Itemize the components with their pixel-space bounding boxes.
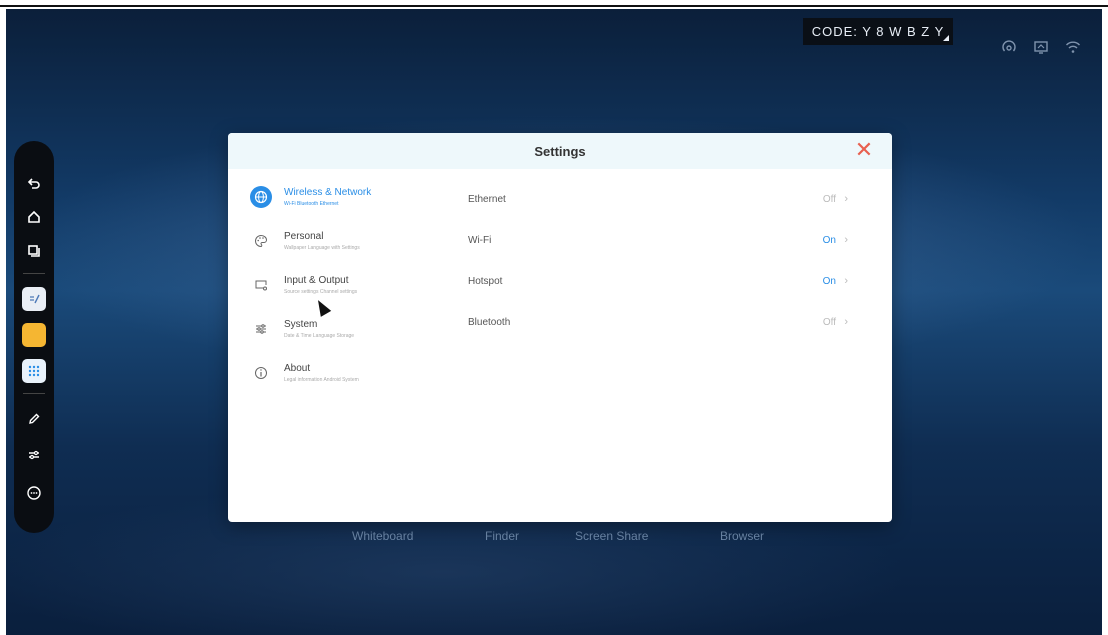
chevron-right-icon: › (844, 316, 848, 328)
sliders-icon (250, 318, 272, 340)
globe-icon (250, 186, 272, 208)
info-icon (250, 362, 272, 384)
chevron-right-icon: › (844, 234, 848, 246)
row-hotspot[interactable]: Hotspot On › (468, 270, 868, 311)
side-toolbar (14, 141, 54, 533)
windows-icon[interactable] (22, 239, 46, 263)
device-code-badge[interactable]: CODE: Y 8 W B Z Y (803, 18, 953, 45)
nav-item-about[interactable]: About Legal information Android System (248, 357, 448, 401)
row-value: Off (822, 317, 836, 328)
nav-item-label: System (284, 319, 318, 330)
nav-item-subtitle: Legal information Android System (284, 377, 359, 383)
dialog-title: Settings (534, 143, 586, 159)
nav-item-system[interactable]: System Date & Time Language Storage (248, 313, 448, 357)
settings-nav: Wireless & Network Wi-Fi Bluetooth Ether… (248, 181, 448, 401)
back-icon[interactable] (22, 171, 46, 195)
hotspot-icon[interactable] (1001, 39, 1017, 55)
settings-dialog: Settings ✕ Wireless & Network Wi-Fi Blue… (228, 133, 892, 522)
nav-item-subtitle: Wi-Fi Bluetooth Ethernet (284, 201, 339, 207)
device-code-text: CODE: Y 8 W B Z Y (811, 24, 945, 39)
row-value: Off (822, 194, 836, 205)
nav-item-label: Wireless & Network (284, 187, 372, 198)
note-icon[interactable] (22, 287, 46, 311)
sticky-icon[interactable] (22, 323, 46, 347)
pen-icon[interactable] (22, 407, 46, 431)
row-bluetooth[interactable]: Bluetooth Off › (468, 311, 868, 352)
toolbar-divider (23, 393, 45, 394)
nav-item-subtitle: Source settings Channel settings (284, 289, 358, 295)
toolbar-divider (23, 273, 45, 274)
screen-share-icon[interactable] (1033, 39, 1049, 55)
desktop-background: CODE: Y 8 W B Z Y Whiteboard Finder Scre… (6, 9, 1102, 635)
nav-item-subtitle: Date & Time Language Storage (284, 333, 355, 339)
nav-item-label: Personal (284, 231, 324, 242)
row-label: Bluetooth (468, 317, 511, 328)
wifi-icon[interactable] (1065, 39, 1081, 55)
row-value: On (822, 235, 836, 246)
dock-finder[interactable]: Finder (485, 529, 519, 543)
chevron-right-icon: › (844, 193, 848, 205)
home-icon[interactable] (22, 205, 46, 229)
nav-item-label: Input & Output (284, 275, 349, 286)
row-label: Ethernet (468, 194, 506, 205)
nav-item-personal[interactable]: Personal Wallpaper Language with Setting… (248, 225, 448, 269)
palette-icon (250, 230, 272, 252)
status-icons (1001, 39, 1081, 55)
top-border (0, 0, 1108, 7)
row-label: Hotspot (468, 276, 503, 287)
dock-whiteboard[interactable]: Whiteboard (352, 529, 413, 543)
nav-item-subtitle: Wallpaper Language with Settings (284, 245, 360, 251)
apps-icon[interactable] (22, 359, 46, 383)
dock-browser[interactable]: Browser (720, 529, 764, 543)
nav-item-input-output[interactable]: Input & Output Source settings Channel s… (248, 269, 448, 313)
nav-item-wireless-network[interactable]: Wireless & Network Wi-Fi Bluetooth Ether… (248, 181, 448, 225)
row-label: Wi-Fi (468, 235, 492, 246)
nav-item-label: About (284, 363, 311, 374)
row-wifi[interactable]: Wi-Fi On › (468, 229, 868, 270)
corner-arrow-icon (943, 35, 949, 41)
chevron-right-icon: › (844, 275, 848, 287)
row-value: On (822, 276, 836, 287)
close-icon[interactable]: ✕ (854, 139, 874, 161)
more-icon[interactable] (22, 481, 46, 505)
input-output-icon (250, 274, 272, 296)
dialog-header: Settings ✕ (228, 133, 892, 169)
adjust-icon[interactable] (22, 443, 46, 467)
network-settings-list: Ethernet Off › Wi-Fi On › Hotspot On › B… (468, 188, 868, 352)
row-ethernet[interactable]: Ethernet Off › (468, 188, 868, 229)
dock-screen-share[interactable]: Screen Share (575, 529, 648, 543)
